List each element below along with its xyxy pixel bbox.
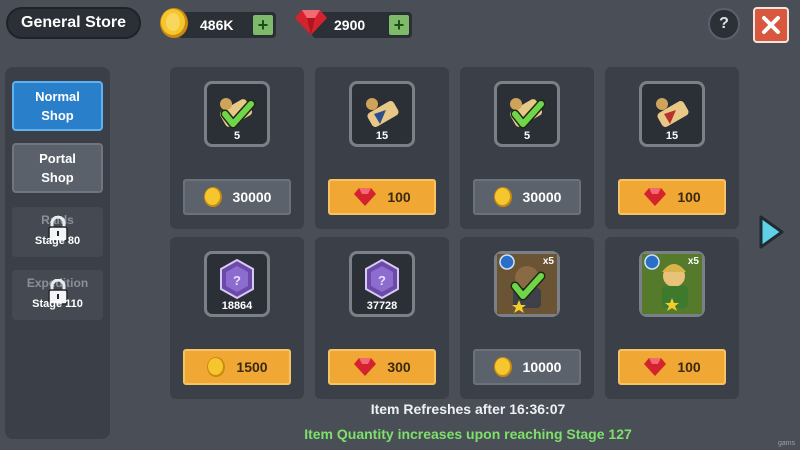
item-price: 30000 <box>522 189 562 205</box>
quantity-increase-text: Item Quantity increases upon reaching St… <box>304 426 632 442</box>
shop-item-card[interactable]: 15 100 <box>605 67 739 229</box>
buy-button[interactable]: 100 <box>618 179 726 215</box>
shop-item-card[interactable]: 5 30000 <box>460 67 594 229</box>
buy-button[interactable]: 30000 <box>183 179 291 215</box>
item-price: 100 <box>677 189 701 205</box>
buy-button[interactable]: 10000 <box>473 349 581 385</box>
add-ruby-button[interactable]: + <box>387 13 411 37</box>
unlock-stage: Stage 80 <box>34 235 81 247</box>
ruby-icon <box>295 10 327 35</box>
gold-counter: 486K + <box>178 12 276 38</box>
tab-label-line2: Shop <box>41 108 74 123</box>
item-price: 30000 <box>232 189 272 205</box>
tab-label-line1: Normal <box>35 89 80 104</box>
item-price: 1500 <box>236 359 268 375</box>
item-price: 10000 <box>522 359 562 375</box>
unlock-stage: Stage 110 <box>32 298 83 310</box>
buy-button[interactable]: 100 <box>618 349 726 385</box>
gold-coin-icon <box>160 8 188 38</box>
shop-sidebar: Normal Shop Portal Shop Raids Stage 80 E… <box>5 67 110 439</box>
buy-button[interactable]: 30000 <box>473 179 581 215</box>
svg-text:?: ? <box>378 273 386 288</box>
item-icon-frame: x5 <box>494 251 560 317</box>
gold-coin-icon <box>203 187 222 207</box>
close-icon <box>762 16 780 34</box>
tab-label-line2: Shop <box>41 170 74 185</box>
item-icon-frame: x5 <box>639 251 705 317</box>
help-button[interactable]: ? <box>708 8 740 40</box>
buy-button[interactable]: 300 <box>328 349 436 385</box>
svg-text:?: ? <box>233 273 241 288</box>
item-quantity: x5 <box>687 256 699 267</box>
gold-coin-icon <box>207 357 226 377</box>
item-quantity: 18864 <box>221 300 253 312</box>
shop-item-card[interactable]: ? 18864 1500 <box>170 237 304 399</box>
item-quantity: 5 <box>523 130 531 142</box>
item-quantity: 5 <box>233 130 241 142</box>
add-gold-button[interactable]: + <box>251 13 275 37</box>
item-icon-frame: 15 <box>349 81 415 147</box>
ruby-icon <box>644 188 667 206</box>
item-icon-frame: 5 <box>204 81 270 147</box>
top-bar: General Store 486K + 2900 + ? <box>0 0 800 50</box>
store-title: General Store <box>6 7 141 39</box>
buy-button[interactable]: 100 <box>328 179 436 215</box>
shop-item-card[interactable]: 5 30000 <box>170 67 304 229</box>
item-price: 100 <box>677 359 701 375</box>
tab-expedition-locked[interactable]: Expedition Stage 110 <box>12 270 103 320</box>
tab-normal-shop[interactable]: Normal Shop <box>12 81 103 131</box>
item-icon-frame: ? 18864 <box>204 251 270 317</box>
item-quantity: 15 <box>375 130 389 142</box>
gold-coin-icon <box>493 357 512 377</box>
item-price: 100 <box>387 189 411 205</box>
tab-portal-shop[interactable]: Portal Shop <box>12 143 103 193</box>
ruby-icon <box>644 358 667 376</box>
item-quantity: 37728 <box>366 300 398 312</box>
refresh-timer-text: Item Refreshes after 16:36:07 <box>370 401 566 417</box>
item-price: 300 <box>387 359 411 375</box>
item-icon-frame: 15 <box>639 81 705 147</box>
item-icon-frame: 5 <box>494 81 560 147</box>
next-page-arrow-icon[interactable] <box>758 215 784 249</box>
tab-label-line1: Portal <box>39 151 76 166</box>
ruby-icon <box>354 358 377 376</box>
item-quantity: 15 <box>665 130 679 142</box>
tab-raids-locked[interactable]: Raids Stage 80 <box>12 207 103 257</box>
item-icon-frame: ? 37728 <box>349 251 415 317</box>
close-button[interactable] <box>753 7 789 43</box>
item-quantity: x5 <box>542 256 554 267</box>
shop-item-card[interactable]: x5 100 <box>605 237 739 399</box>
buy-button[interactable]: 1500 <box>183 349 291 385</box>
watermark: gams <box>778 440 796 447</box>
gold-coin-icon <box>493 187 512 207</box>
shop-item-card[interactable]: 15 100 <box>315 67 449 229</box>
shop-item-card[interactable]: x5 10000 <box>460 237 594 399</box>
shop-item-card[interactable]: ? 37728 300 <box>315 237 449 399</box>
ruby-icon <box>354 188 377 206</box>
